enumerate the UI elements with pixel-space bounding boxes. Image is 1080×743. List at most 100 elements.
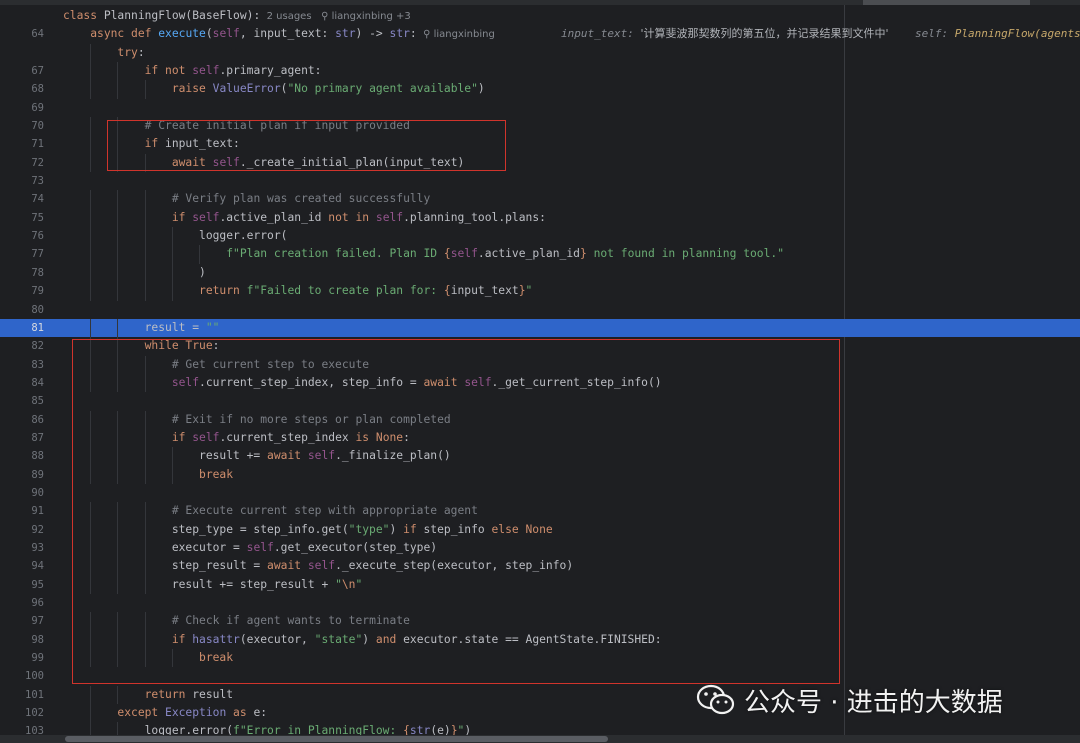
code-token: PlanningFlow(BaseFlow):	[103, 9, 261, 22]
horizontal-scrollbar[interactable]	[0, 735, 1080, 743]
watermark-text: 公众号 · 进击的大数据	[744, 687, 1003, 718]
line-number: 90	[31, 486, 44, 499]
code-token: as	[233, 706, 254, 720]
top-scroll-strip	[0, 0, 1080, 5]
code-text: except Exception as e:	[63, 704, 267, 722]
code-token: f"Failed to create plan for:	[246, 284, 444, 298]
inlay-hint[interactable]: ⚲ liangxinbing +3	[312, 11, 411, 22]
code-token: str	[335, 27, 356, 41]
code-line[interactable]: 77 f"Plan creation failed. Plan ID {self…	[0, 245, 1080, 264]
line-number: 67	[31, 65, 44, 78]
code-token: result =	[63, 320, 206, 334]
code-token: ""	[205, 320, 220, 334]
code-text: f"Plan creation failed. Plan ID {self.ac…	[63, 245, 784, 263]
code-text: return f"Failed to create plan for: {inp…	[63, 282, 532, 300]
code-line[interactable]: 73	[0, 172, 1080, 190]
line-number: 102	[25, 707, 44, 720]
code-text: result = ""	[63, 319, 220, 337]
code-line[interactable]: 69	[0, 99, 1080, 117]
code-line[interactable]: 78 )	[0, 263, 1080, 283]
code-token: return	[199, 284, 247, 298]
top-scroll-thumb[interactable]	[863, 0, 1030, 5]
code-token: , input_text:	[239, 27, 336, 41]
line-number: 100	[25, 670, 44, 683]
code-token: )	[63, 265, 206, 279]
code-line[interactable]: 79 return f"Failed to create plan for: {…	[0, 282, 1080, 301]
inlay-hint[interactable]: 2 usages	[260, 11, 312, 22]
line-number: 88	[31, 450, 44, 463]
code-token: self	[192, 64, 220, 78]
code-line[interactable]: 80	[0, 301, 1080, 319]
code-token: f"Plan creation failed. Plan ID	[226, 247, 444, 261]
code-token: if	[171, 210, 193, 224]
line-number: 97	[31, 615, 44, 628]
watermark: 公众号 · 进击的大数据	[696, 680, 1003, 720]
code-token: }	[518, 284, 526, 298]
code-token: class	[63, 9, 104, 22]
code-line[interactable]: class PlanningFlow(BaseFlow): 2 usages ⚲…	[0, 7, 1080, 25]
code-line[interactable]: 81 result = ""	[0, 318, 1080, 338]
code-text: raise ValueError("No primary agent avail…	[63, 80, 485, 98]
highlight-box-initial-plan	[107, 120, 506, 171]
code-token: input_text	[450, 284, 519, 298]
code-token: "No primary agent available"	[287, 82, 478, 96]
horizontal-scroll-thumb[interactable]	[65, 736, 608, 742]
code-token: .primary_agent:	[219, 64, 322, 78]
inlay-hint[interactable]: ⚲ liangxinbing	[417, 29, 495, 40]
line-number: 98	[31, 633, 44, 646]
code-token: :	[137, 45, 145, 59]
code-line[interactable]: 76 logger.error(	[0, 227, 1080, 246]
line-number: 99	[31, 652, 44, 665]
line-number: 68	[31, 83, 44, 96]
code-token: return	[144, 687, 193, 701]
line-number: 95	[31, 578, 44, 591]
code-token: except	[117, 706, 166, 720]
code-line[interactable]: 68 raise ValueError("No primary agent av…	[0, 80, 1080, 99]
inlay-hint: '计算斐波那契数列的第五位，并记录结果到文件中'	[640, 27, 889, 41]
line-number: 78	[31, 266, 44, 279]
line-number: 79	[31, 285, 44, 298]
code-token: Exception	[165, 706, 234, 720]
code-line[interactable]: 64 async def execute(self, input_text: s…	[0, 25, 1080, 43]
line-number: 74	[31, 193, 44, 206]
code-token: str	[389, 27, 410, 41]
code-token: ValueError	[212, 82, 281, 96]
code-line[interactable]: 67 if not self.primary_agent:	[0, 62, 1080, 81]
code-line[interactable]: try:	[0, 43, 1080, 63]
code-line[interactable]: 74 # Verify plan was created successfull…	[0, 190, 1080, 209]
code-token: async def	[90, 27, 159, 41]
line-number: 92	[31, 523, 44, 536]
line-number: 82	[31, 340, 44, 353]
code-text: class PlanningFlow(BaseFlow): 2 usages ⚲…	[63, 7, 411, 26]
code-text: if self.active_plan_id not in self.plann…	[63, 209, 546, 227]
code-token: :	[409, 27, 417, 41]
code-token: )	[477, 82, 485, 96]
code-token: "	[525, 284, 533, 298]
code-token: not in	[328, 210, 376, 224]
code-token: }	[579, 247, 587, 261]
line-number: 76	[31, 230, 44, 243]
line-number: 85	[31, 395, 44, 408]
inlay-hint: PlanningFlow(agents={'m	[954, 27, 1080, 41]
code-token: .active_plan_id	[219, 210, 329, 224]
code-line[interactable]: 75 if self.active_plan_id not in self.pl…	[0, 208, 1080, 228]
line-number: 101	[25, 688, 44, 701]
line-number: 93	[31, 541, 44, 554]
line-number: 70	[31, 120, 44, 133]
line-number: 80	[31, 303, 44, 316]
line-number: 77	[31, 248, 44, 261]
line-number: 64	[31, 28, 44, 41]
code-token: e:	[253, 706, 268, 720]
code-token: self	[212, 27, 240, 41]
code-token: execute	[158, 27, 206, 41]
line-number: 89	[31, 468, 44, 481]
code-token: self	[450, 247, 478, 261]
code-token: result	[192, 687, 234, 701]
code-text: # Verify plan was created successfully	[63, 190, 430, 208]
